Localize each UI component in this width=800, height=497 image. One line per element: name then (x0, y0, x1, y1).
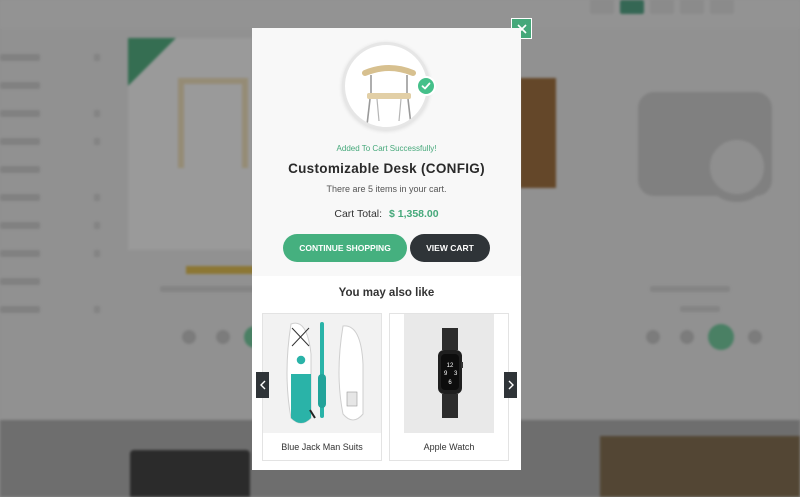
cart-total-value: $ 1,358.00 (388, 208, 439, 220)
modal-summary: Added To Cart Successfully! Customizable… (252, 28, 521, 276)
recommendation-name: Apple Watch (423, 442, 475, 452)
chair-image (362, 65, 416, 126)
smartwatch-image: 12 9 3 6 (404, 314, 494, 433)
view-cart-button[interactable]: VIEW CART (410, 234, 490, 262)
cart-total-label: Cart Total: (334, 208, 383, 220)
carousel-next-button[interactable] (504, 372, 517, 398)
recommendation-card[interactable]: Blue Jack Man Suits (262, 313, 382, 461)
svg-text:12: 12 (447, 363, 454, 369)
continue-shopping-button[interactable]: CONTINUE SHOPPING (283, 234, 407, 262)
carousel-prev-button[interactable] (256, 372, 269, 398)
added-to-cart-modal: Added To Cart Successfully! Customizable… (252, 28, 521, 470)
recommendation-card[interactable]: 12 9 3 6 Apple Watch (389, 313, 509, 461)
success-check-icon (416, 76, 436, 96)
chevron-right-icon (508, 380, 514, 390)
chevron-left-icon (259, 380, 265, 390)
recommendation-carousel: Blue Jack Man Suits 12 9 3 6 Apple Watch (262, 313, 511, 461)
cart-items-count: There are 5 items in your cart. (326, 184, 447, 194)
recommendation-name: Blue Jack Man Suits (281, 442, 363, 452)
cart-total: Cart Total: $ 1,358.00 (252, 208, 521, 220)
paddleboard-image (263, 314, 381, 433)
product-name: Customizable Desk (CONFIG) (288, 161, 485, 176)
added-message: Added To Cart Successfully! (336, 144, 437, 153)
also-like-heading: You may also like (338, 287, 435, 299)
